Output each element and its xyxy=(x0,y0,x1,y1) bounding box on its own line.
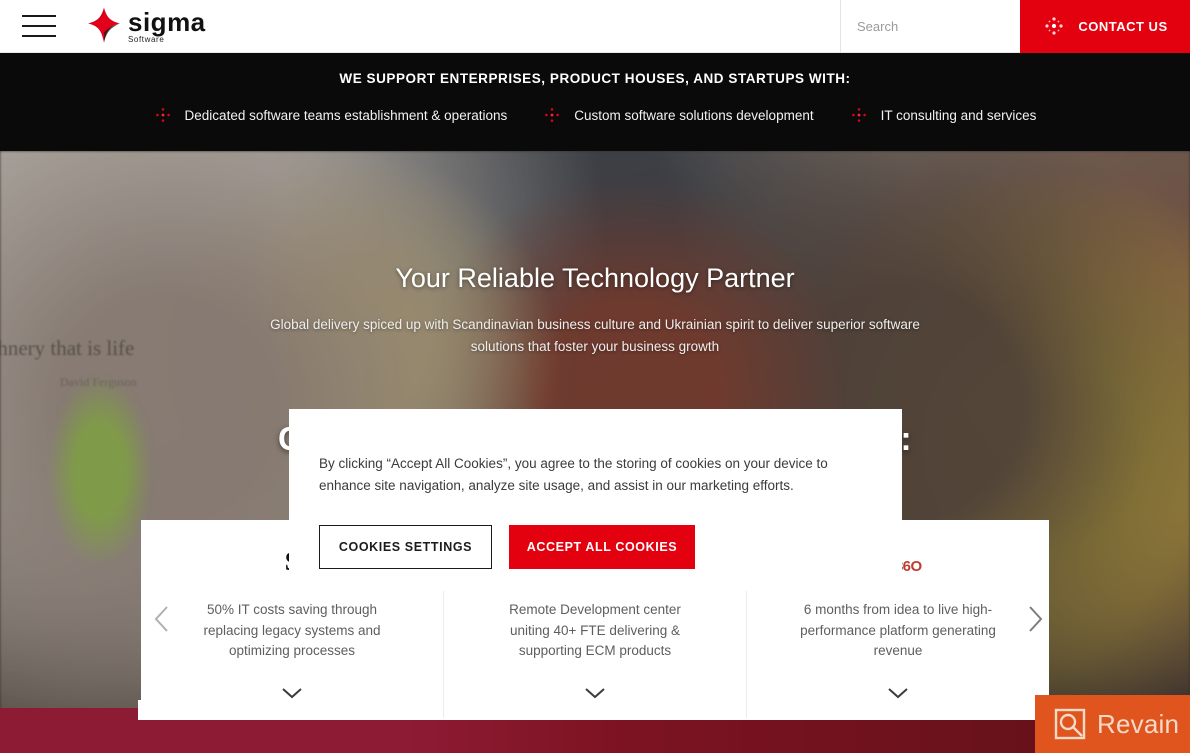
support-banner-item[interactable]: Dedicated software teams establishment &… xyxy=(154,106,508,124)
chevron-down-icon[interactable] xyxy=(887,687,909,700)
cookie-consent-actions: COOKIES SETTINGS ACCEPT ALL COOKIES xyxy=(319,525,870,569)
search-box[interactable] xyxy=(840,0,1058,53)
chevron-left-icon xyxy=(154,606,168,632)
dotted-star-icon xyxy=(545,108,560,122)
cookies-settings-button[interactable]: COOKIES SETTINGS xyxy=(319,525,492,569)
dotted-star-icon xyxy=(1045,17,1063,35)
customer-card-text: 6 months from idea to live high-performa… xyxy=(800,602,996,658)
revain-label: Revain xyxy=(1097,708,1180,739)
dotted-star-icon xyxy=(851,108,866,122)
contact-us-label: CONTACT US xyxy=(1078,18,1168,34)
customer-card-text: Remote Development center uniting 40+ FT… xyxy=(509,602,681,658)
chevron-down-icon[interactable] xyxy=(584,687,606,700)
chevron-down-icon[interactable] xyxy=(281,687,303,700)
carousel-next-button[interactable] xyxy=(1018,600,1052,638)
chevron-right-icon xyxy=(1029,606,1043,632)
carousel-prev-button[interactable] xyxy=(145,600,179,638)
page-root: sigma Software CO xyxy=(0,0,1190,753)
burger-line xyxy=(22,15,56,17)
site-header: sigma Software CO xyxy=(0,0,1190,53)
customer-card-text: 50% IT costs saving through replacing le… xyxy=(203,602,381,658)
burger-line xyxy=(22,35,56,37)
site-logo[interactable]: sigma Software xyxy=(84,6,206,46)
cookie-consent-text: By clicking “Accept All Cookies”, you ag… xyxy=(319,456,828,493)
cookie-consent-dialog: By clicking “Accept All Cookies”, you ag… xyxy=(289,409,902,591)
dotted-star-icon xyxy=(155,108,170,122)
support-banner-item[interactable]: IT consulting and services xyxy=(850,106,1037,124)
support-banner-title: WE SUPPORT ENTERPRISES, PRODUCT HOUSES, … xyxy=(339,71,851,86)
support-banner-item-label: Custom software solutions development xyxy=(574,107,814,123)
support-banner-item[interactable]: Custom software solutions development xyxy=(543,106,814,124)
support-banner-item-label: Dedicated software teams establishment &… xyxy=(184,107,508,123)
support-banner-items: Dedicated software teams establishment &… xyxy=(0,106,1190,124)
support-banner: WE SUPPORT ENTERPRISES, PRODUCT HOUSES, … xyxy=(0,53,1190,151)
logo-subtitle: Software xyxy=(128,34,165,44)
revain-badge[interactable]: Revain xyxy=(1035,695,1190,753)
support-banner-item-label: IT consulting and services xyxy=(880,107,1037,123)
search-input[interactable] xyxy=(857,18,1033,34)
burger-line xyxy=(22,25,56,27)
logo-text-block: sigma Software xyxy=(128,9,206,44)
hero-title: Your Reliable Technology Partner xyxy=(395,263,795,293)
contact-us-button[interactable]: CONTACT US xyxy=(1020,0,1190,53)
hamburger-menu-icon[interactable] xyxy=(22,15,56,37)
logo-name: sigma xyxy=(128,6,206,37)
revain-logo-icon xyxy=(1054,708,1086,740)
sigma-star-logo-icon xyxy=(88,7,120,43)
hero-subtitle: Global delivery spiced up with Scandinav… xyxy=(270,317,920,354)
accept-all-cookies-button[interactable]: ACCEPT ALL COOKIES xyxy=(509,525,695,569)
